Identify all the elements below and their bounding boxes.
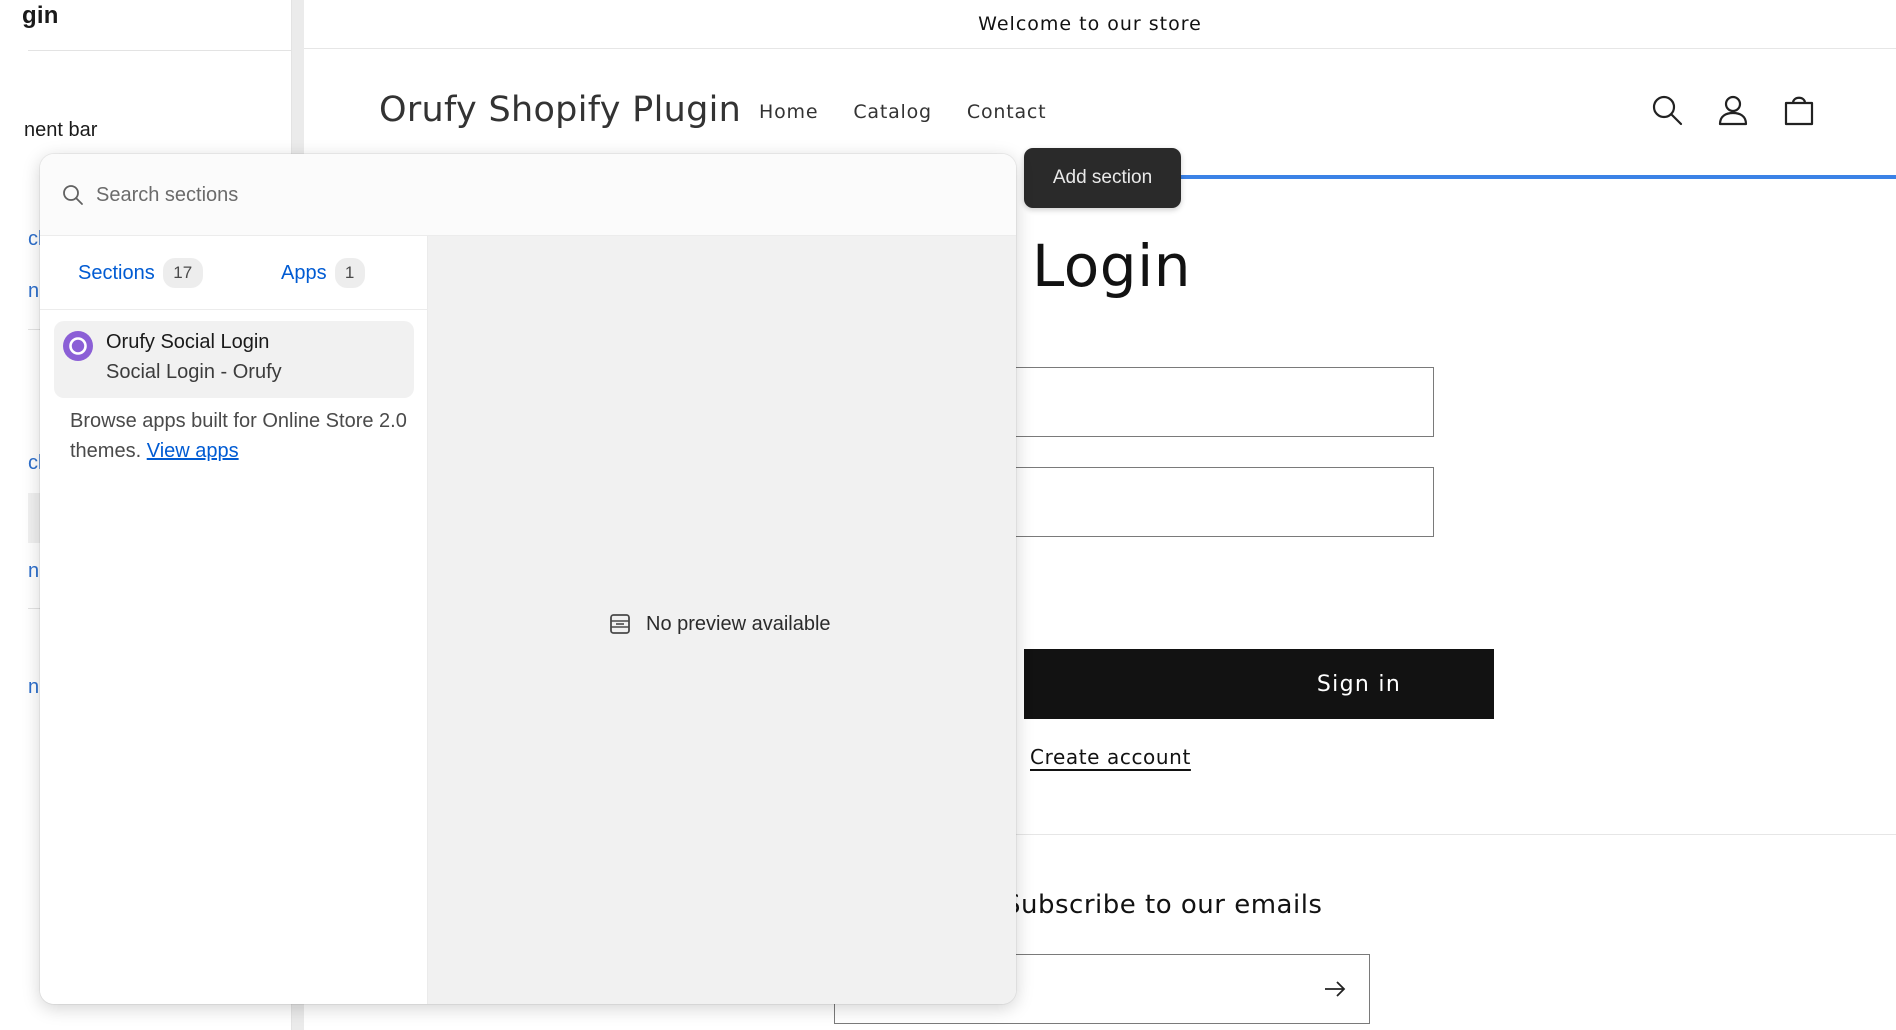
app-name: Orufy Social Login <box>106 331 270 353</box>
add-section-panel: Sections 17 Apps 1 Orufy Social Login So… <box>40 154 1016 1004</box>
tab-sections[interactable]: Sections 17 <box>78 258 203 288</box>
tab-label: Sections <box>78 261 155 284</box>
account-icon[interactable] <box>1716 93 1750 127</box>
view-apps-link[interactable]: View apps <box>147 440 239 462</box>
count-badge: 17 <box>162 258 203 288</box>
search-icon <box>63 185 83 205</box>
search-icon[interactable] <box>1650 93 1684 127</box>
sign-in-button[interactable]: Sign in <box>1024 649 1494 719</box>
no-preview-text: No preview available <box>646 612 831 635</box>
section-preview: No preview available <box>428 236 1016 1004</box>
sidebar-item-announcement-bar[interactable]: nent bar <box>24 119 97 142</box>
app-subtitle: Social Login - Orufy <box>106 361 282 383</box>
section-insert-indicator <box>1179 175 1896 179</box>
divider <box>28 50 291 51</box>
header-icons <box>1650 93 1816 127</box>
section-list-column: Sections 17 Apps 1 Orufy Social Login So… <box>40 236 428 1004</box>
layout-section-icon <box>610 614 630 634</box>
store-nav: Home Catalog Contact <box>759 101 1046 123</box>
count-badge: 1 <box>334 258 365 288</box>
nav-home[interactable]: Home <box>759 101 818 123</box>
newsletter-heading: Subscribe to our emails <box>1004 890 1323 920</box>
nav-contact[interactable]: Contact <box>967 101 1047 123</box>
search-sections-input[interactable] <box>94 172 974 218</box>
orufy-mark-icon <box>69 337 87 355</box>
sidebar-item[interactable]: n <box>28 280 39 303</box>
orufy-logo-icon <box>63 331 93 361</box>
section-tabs: Sections 17 Apps 1 <box>40 236 428 310</box>
browse-apps-text: Browse apps built for Online Store 2.0 t… <box>70 406 410 466</box>
arrow-right-icon[interactable] <box>1323 977 1347 1001</box>
cart-icon[interactable] <box>1782 93 1816 127</box>
tooltip-label: Add section <box>1052 167 1153 188</box>
login-heading: Login <box>1032 232 1191 300</box>
add-section-tooltip: Add section <box>1024 148 1181 208</box>
sidebar-item[interactable]: n <box>28 676 39 699</box>
tab-label: Apps <box>281 261 327 284</box>
nav-catalog[interactable]: Catalog <box>853 101 932 123</box>
announcement-bar: Welcome to our store <box>304 0 1896 49</box>
announcement-text: Welcome to our store <box>978 13 1202 35</box>
store-logo[interactable]: Orufy Shopify Plugin <box>379 90 741 130</box>
app-block-orufy-social-login[interactable]: Orufy Social Login Social Login - Orufy <box>54 321 414 398</box>
section-search <box>40 154 1016 236</box>
no-preview-message: No preview available <box>608 612 831 636</box>
sidebar-page-title: gin <box>22 2 59 29</box>
sidebar-item[interactable]: n <box>28 560 39 583</box>
create-account-link[interactable]: Create account <box>1030 745 1191 769</box>
tab-apps[interactable]: Apps 1 <box>281 258 365 288</box>
